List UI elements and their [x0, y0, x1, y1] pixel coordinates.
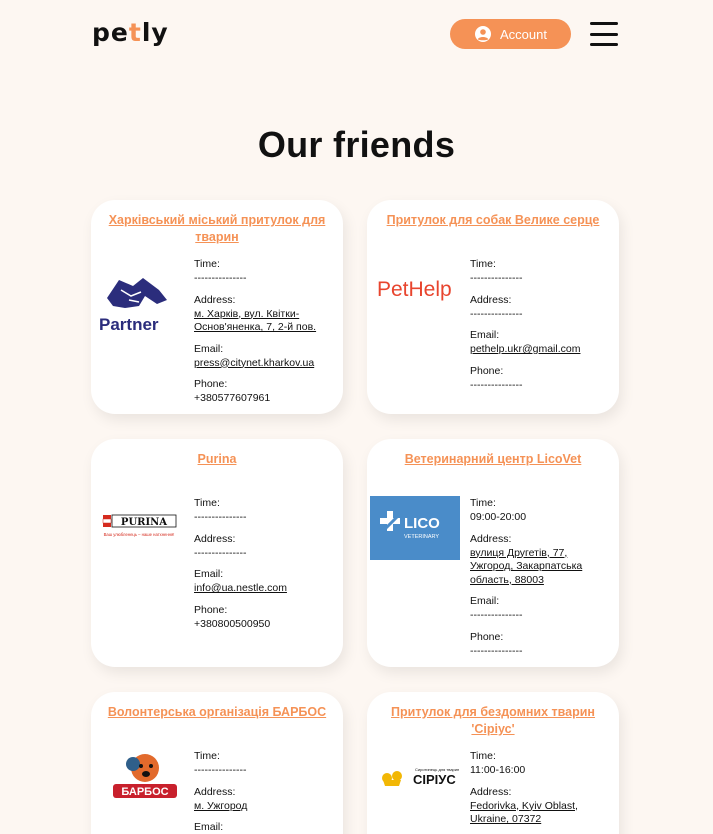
phone-label: Phone: — [470, 630, 504, 643]
time-label: Time: — [470, 750, 496, 762]
phone-label: Phone: — [194, 603, 228, 616]
friend-card: Притулок для бездомних тварин 'Сіріус' С… — [367, 692, 619, 834]
hamburger-menu-icon[interactable] — [590, 20, 618, 48]
email-link[interactable]: info@ua.nestle.com — [194, 582, 334, 596]
account-button-label: Account — [500, 26, 547, 42]
phone-value[interactable]: +380577607961 — [194, 392, 334, 406]
phone-value: --------------- — [470, 644, 523, 657]
friend-card-info: Time: 11:00-16:00 Address: Fedorivka, Ky… — [470, 750, 610, 834]
friend-card-title[interactable]: Притулок для бездомних тварин 'Сіріус' — [377, 704, 609, 738]
address-link[interactable]: м. Ужгород — [194, 800, 334, 814]
svg-text:СІРІУС: СІРІУС — [413, 772, 456, 787]
phone-value: --------------- — [470, 378, 523, 391]
address-label: Address: — [470, 293, 512, 306]
email-label: Email: — [470, 329, 500, 341]
svg-text:LICO: LICO — [404, 515, 440, 532]
time-label: Time: — [470, 258, 496, 270]
time-label: Time: — [470, 497, 496, 509]
friend-card: Purina PURINA Ваш улюбленець – наше натх… — [91, 439, 343, 667]
friend-card-title[interactable]: Ветеринарний центр LicoVet — [377, 451, 609, 468]
friend-card-info: Time: --------------- Address: ---------… — [470, 258, 610, 400]
time-value: --------------- — [194, 511, 247, 523]
time-value: 09:00-20:00 — [470, 511, 527, 523]
friend-card-title[interactable]: Харківський міський притулок для тварин — [101, 212, 333, 246]
svg-text:PetHelp: PetHelp — [377, 278, 452, 301]
time-label: Time: — [194, 258, 220, 270]
email-label: Email: — [194, 342, 224, 355]
email-link[interactable]: pethelp.ukr@gmail.com — [470, 343, 610, 357]
partner-logo: Partner — [99, 270, 193, 334]
address-label: Address: — [194, 785, 236, 798]
email-label: Email: — [194, 821, 224, 833]
address-label: Address: — [470, 785, 512, 798]
account-button[interactable]: Account — [450, 19, 571, 49]
time-value: --------------- — [194, 764, 247, 776]
header: petly Account — [0, 0, 713, 68]
user-circle-icon — [474, 25, 492, 43]
svg-text:БАРБОС: БАРБОС — [121, 786, 168, 798]
friend-card-title[interactable]: Притулок для собак Велике серце — [377, 212, 609, 229]
friend-card-info: Time: --------------- Address: ---------… — [194, 497, 334, 639]
friend-card: Притулок для собак Велике серце PetHelp … — [367, 200, 619, 414]
time-label: Time: — [194, 750, 220, 762]
address-value: --------------- — [470, 307, 523, 320]
time-label: Time: — [194, 497, 220, 509]
friend-card: Волонтерська організація БАРБОС БАРБОС T… — [91, 692, 343, 834]
sirius-logo: Сиротинець для тварин СІРІУС — [375, 746, 469, 810]
svg-text:Partner: Partner — [99, 315, 159, 334]
email-value: --------------- — [470, 609, 523, 621]
address-link[interactable]: Fedorivka, Kyiv Oblast, Ukraine, 07372 — [470, 800, 610, 827]
address-link[interactable]: вулиця Другетів, 77, Ужгород, Закарпатсь… — [470, 547, 610, 588]
pethelp-logo: PetHelp — [375, 256, 469, 320]
petly-logo[interactable]: petly — [92, 18, 169, 47]
address-label: Address: — [194, 293, 236, 306]
time-value: --------------- — [194, 272, 247, 284]
friend-card-info: Time: 09:00-20:00 Address: вулиця Другет… — [470, 497, 610, 666]
svg-text:Ваш улюбленець – наше натхненн: Ваш улюбленець – наше натхнення! — [104, 532, 175, 537]
friend-card: Харківський міський притулок для тварин … — [91, 200, 343, 414]
barbos-logo: БАРБОС — [99, 746, 193, 810]
time-value: --------------- — [470, 272, 523, 284]
phone-label: Phone: — [470, 364, 504, 377]
friend-card-info: Time: --------------- Address: м. Харків… — [194, 258, 334, 414]
svg-text:PURINA: PURINA — [121, 517, 167, 528]
time-value: 11:00-16:00 — [470, 764, 526, 776]
friend-card-title[interactable]: Волонтерська організація БАРБОС — [101, 704, 333, 721]
phone-value[interactable]: +380800500950 — [194, 618, 334, 632]
email-label: Email: — [470, 595, 500, 607]
svg-text:VETERINARY: VETERINARY — [404, 534, 439, 540]
purina-logo: PURINA Ваш улюбленець – наше натхнення! — [99, 495, 193, 559]
friend-card-info: Time: --------------- Address: м. Ужгоро… — [194, 750, 334, 834]
address-label: Address: — [194, 532, 236, 545]
friend-card-title[interactable]: Purina — [101, 451, 333, 468]
licovet-logo: LICO VETERINARY — [370, 496, 460, 560]
email-link[interactable]: press@citynet.kharkov.ua — [194, 357, 334, 371]
address-value: --------------- — [194, 546, 247, 559]
address-link[interactable]: м. Харків, вул. Квітки-Основ'яненка, 7, … — [194, 308, 334, 335]
page-title: Our friends — [257, 124, 456, 165]
phone-label: Phone: — [194, 378, 228, 390]
address-label: Address: — [470, 532, 512, 545]
email-label: Email: — [194, 568, 224, 580]
friend-card: Ветеринарний центр LicoVet LICO VETERINA… — [367, 439, 619, 667]
